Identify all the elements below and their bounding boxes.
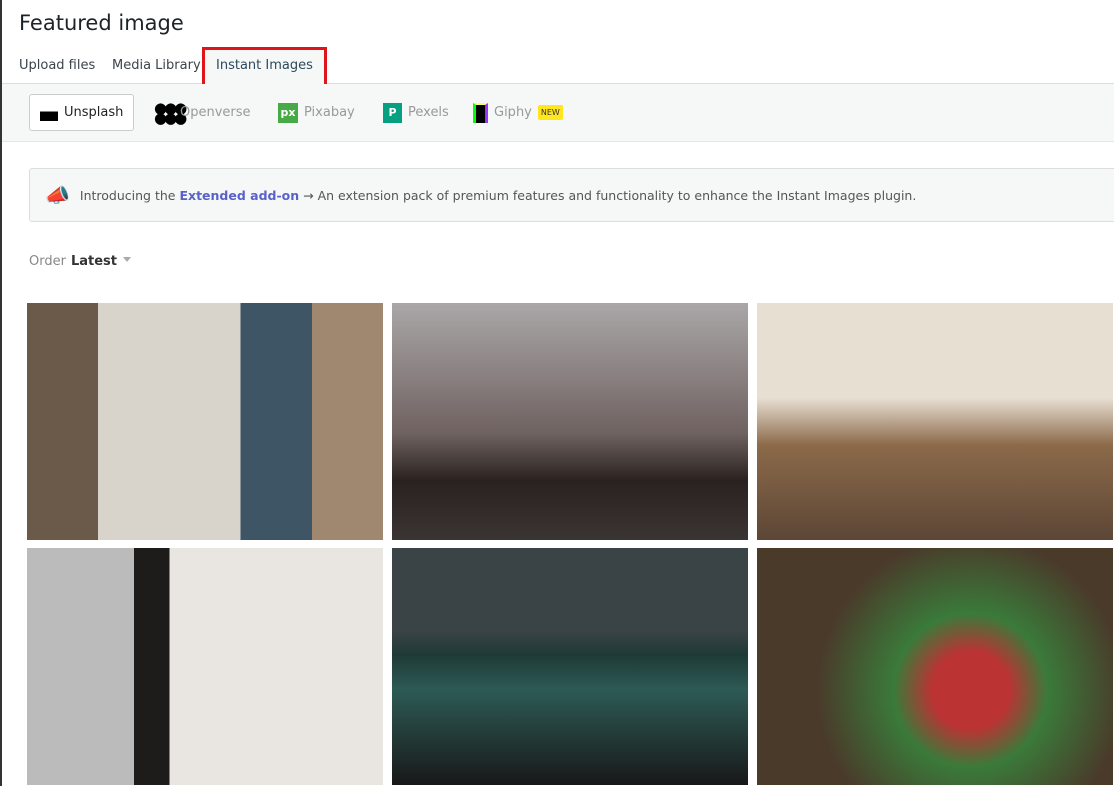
modal-title: Featured image xyxy=(19,11,184,35)
pixabay-icon: px xyxy=(278,102,298,123)
provider-giphy[interactable]: Giphy NEW xyxy=(473,94,563,131)
order-value: Latest xyxy=(70,254,117,269)
chevron-down-icon xyxy=(123,257,131,266)
giphy-icon xyxy=(473,102,488,123)
image-tile[interactable] xyxy=(392,548,748,785)
openverse-icon: ●●● ●●● xyxy=(154,98,187,127)
provider-label: Openverse xyxy=(180,105,251,120)
image-tile[interactable] xyxy=(392,303,748,540)
media-tabs: Upload files Media Library Instant Image… xyxy=(2,47,1114,87)
image-tile[interactable] xyxy=(757,548,1113,785)
tab-instant-images[interactable]: Instant Images xyxy=(202,47,327,87)
unsplash-icon xyxy=(40,104,58,121)
extended-addon-notice: 📣 Introducing the Extended add-on → An e… xyxy=(29,168,1114,222)
megaphone-icon: 📣 xyxy=(45,183,70,207)
notice-text: Introducing the Extended add-on → An ext… xyxy=(79,187,917,203)
tab-media-library[interactable]: Media Library xyxy=(112,50,201,83)
provider-label: Pixabay xyxy=(304,105,355,120)
provider-openverse[interactable]: ●●● ●●● Openverse xyxy=(154,94,251,131)
order-select[interactable]: Order Latest xyxy=(29,254,131,269)
image-tile[interactable] xyxy=(27,548,383,785)
provider-label: Pexels xyxy=(408,105,449,120)
image-tile[interactable] xyxy=(27,303,383,540)
order-label: Order xyxy=(29,254,66,269)
provider-pixabay[interactable]: px Pixabay xyxy=(278,94,355,131)
provider-unsplash[interactable]: Unsplash xyxy=(29,94,135,131)
image-tile[interactable] xyxy=(757,303,1113,540)
provider-pexels[interactable]: P Pexels xyxy=(383,94,449,131)
tab-upload-files[interactable]: Upload files xyxy=(19,50,95,83)
provider-bar: Unsplash ●●● ●●● Openverse px Pixabay P P… xyxy=(2,84,1114,142)
pexels-icon: P xyxy=(383,102,402,123)
new-badge: NEW xyxy=(537,105,563,120)
extended-addon-link[interactable]: Extended add-on xyxy=(179,188,299,203)
provider-label: Unsplash xyxy=(64,105,124,120)
provider-label: Giphy xyxy=(494,105,532,120)
